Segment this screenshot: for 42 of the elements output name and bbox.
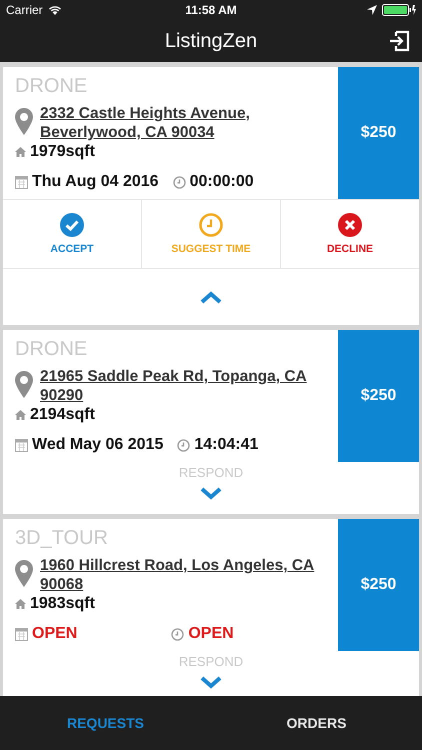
tab[interactable]: REQUESTS bbox=[0, 696, 211, 750]
logout-icon[interactable] bbox=[388, 30, 410, 52]
time-text: 14:04:41 bbox=[194, 436, 258, 454]
address-link[interactable]: 2332 Castle Heights Avenue, Beverlywood, CA 90034 bbox=[40, 104, 338, 142]
date-text: Thu Aug 04 2016 bbox=[32, 173, 159, 191]
address-link[interactable]: 1960 Hillcrest Road, Los Angeles, CA 90068 bbox=[40, 556, 338, 594]
address-link[interactable]: 21965 Saddle Peak Rd, Topanga, CA 90290 bbox=[40, 367, 338, 405]
price-text: $250 bbox=[360, 387, 396, 405]
calendar-icon bbox=[15, 438, 28, 452]
map-pin-icon bbox=[15, 560, 33, 587]
price-text: $250 bbox=[360, 576, 396, 594]
house-icon bbox=[15, 599, 26, 609]
map-pin-icon bbox=[15, 108, 33, 135]
clock-icon bbox=[199, 213, 223, 237]
app-title: ListingZen bbox=[164, 30, 258, 52]
chevron-up-icon[interactable] bbox=[200, 290, 222, 304]
area-text: 2194sqft bbox=[30, 406, 95, 424]
wifi-icon bbox=[48, 4, 62, 16]
carrier-text: Carrier bbox=[6, 3, 43, 17]
chevron-down-icon[interactable] bbox=[200, 676, 222, 689]
check-circle-icon bbox=[60, 213, 84, 237]
calendar-icon bbox=[15, 175, 28, 189]
calendar-icon bbox=[15, 627, 28, 641]
tab[interactable]: ORDERS bbox=[211, 696, 422, 750]
map-pin-icon bbox=[15, 371, 33, 398]
battery-icon bbox=[382, 4, 416, 16]
close-circle-icon bbox=[338, 213, 362, 237]
area-text: 1979sqft bbox=[30, 143, 95, 161]
house-icon bbox=[15, 410, 26, 420]
price-text: $250 bbox=[360, 124, 396, 142]
date-text: Wed May 06 2015 bbox=[32, 436, 164, 454]
house-icon bbox=[15, 147, 26, 157]
time-text: OPEN bbox=[188, 625, 234, 643]
chevron-down-icon[interactable] bbox=[200, 487, 222, 500]
location-arrow-icon bbox=[367, 5, 377, 15]
date-text: OPEN bbox=[32, 625, 78, 643]
clock-icon bbox=[172, 176, 186, 188]
clock-icon bbox=[171, 628, 184, 640]
clock-text: 11:58 AM bbox=[185, 3, 237, 17]
clock-icon bbox=[177, 438, 190, 452]
area-text: 1983sqft bbox=[30, 595, 95, 613]
time-text: 00:00:00 bbox=[190, 173, 254, 191]
